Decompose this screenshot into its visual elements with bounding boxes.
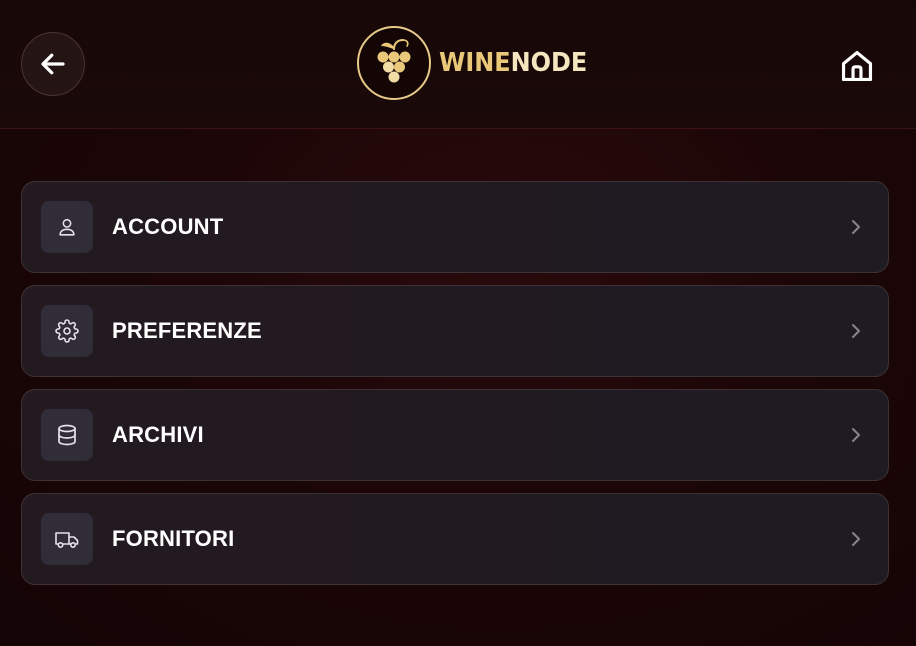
truck-icon (55, 532, 79, 549)
menu-item-preferenze[interactable]: PREFERENZE (21, 285, 889, 377)
chevron-right-icon (846, 425, 866, 445)
user-icon (59, 218, 75, 236)
app-header: WINENODE (0, 0, 916, 129)
logo-text-wine: WINE (439, 48, 511, 78)
menu-icon-tile (41, 201, 93, 253)
chevron-right-icon (846, 529, 866, 549)
menu-icon-tile (41, 513, 93, 565)
logo-text-node: NODE (510, 48, 588, 78)
chevron-right-icon (846, 321, 866, 341)
app-logo: WINENODE (357, 24, 600, 102)
menu-icon-tile (41, 409, 93, 461)
menu-item-fornitori[interactable]: FORNITORI (21, 493, 889, 585)
menu-item-label: FORNITORI (112, 526, 235, 551)
home-button[interactable] (834, 44, 880, 88)
database-icon (58, 424, 76, 446)
menu-item-label: ARCHIVI (112, 422, 204, 447)
chevron-right-icon (846, 217, 866, 237)
grapes-icon (357, 26, 431, 100)
settings-menu: ACCOUNT PREFERENZE ARCHIVI FORNITORI (21, 181, 889, 597)
logo-wordmark: WINENODE (439, 48, 587, 78)
menu-item-archivi[interactable]: ARCHIVI (21, 389, 889, 481)
menu-icon-tile (41, 305, 93, 357)
gear-icon (55, 319, 79, 343)
back-button[interactable] (21, 32, 85, 96)
arrow-left-icon (41, 53, 65, 75)
menu-item-label: ACCOUNT (112, 214, 224, 239)
menu-item-label: PREFERENZE (112, 318, 262, 343)
menu-item-account[interactable]: ACCOUNT (21, 181, 889, 273)
home-icon (841, 50, 873, 82)
